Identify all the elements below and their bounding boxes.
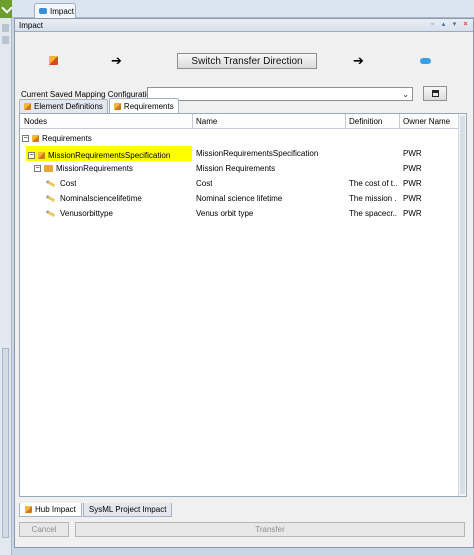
definition-cell: The mission ... bbox=[349, 194, 397, 203]
tree-vertical-scrollbar[interactable] bbox=[458, 114, 466, 496]
node-label: Requirements bbox=[42, 134, 92, 143]
cube-icon bbox=[113, 102, 121, 110]
definition-cell: The spacecr... bbox=[349, 209, 397, 218]
tab-requirements[interactable]: Requirements bbox=[108, 98, 179, 113]
collapse-toggle[interactable]: − bbox=[22, 135, 29, 142]
owner-cell: PWR bbox=[403, 164, 422, 173]
definition-tabs: Element Definitions Requirements bbox=[19, 98, 179, 113]
cube-icon bbox=[24, 103, 31, 110]
column-header-owner-name[interactable]: Owner Name bbox=[403, 117, 450, 126]
expand-icon[interactable] bbox=[2, 36, 9, 44]
panel-header-icons: ▫ ▴ ▾ × bbox=[429, 21, 469, 29]
column-separator[interactable] bbox=[345, 114, 346, 129]
column-header-definition[interactable]: Definition bbox=[349, 117, 382, 126]
table-row[interactable]: − MissionRequirementsSpecification Missi… bbox=[20, 146, 460, 161]
switch-transfer-direction-button[interactable]: Switch Transfer Direction bbox=[177, 53, 317, 69]
column-header-nodes[interactable]: Nodes bbox=[24, 117, 47, 126]
requirement-icon bbox=[46, 209, 56, 218]
table-row[interactable]: − Requirements bbox=[20, 131, 460, 146]
checkmark-icon bbox=[0, 0, 12, 18]
tree-node: Cost bbox=[46, 179, 76, 188]
node-label: Nominalsciencelifetime bbox=[60, 194, 142, 203]
tab-label: SysML Project Impact bbox=[88, 505, 167, 514]
panel-title: Impact bbox=[19, 20, 44, 30]
menu-icon[interactable]: ▾ bbox=[451, 21, 458, 29]
collapse-toggle[interactable]: − bbox=[34, 165, 41, 172]
name-cell: Nominal science lifetime bbox=[196, 194, 283, 203]
tree-node: Venusorbittype bbox=[46, 209, 113, 218]
tree-column-header: Nodes Name Definition Owner Name bbox=[20, 114, 460, 129]
cube-icon bbox=[25, 506, 32, 513]
requirements-tree: Nodes Name Definition Owner Name − Requi… bbox=[19, 113, 467, 497]
transfer-button[interactable]: Transfer bbox=[75, 522, 465, 537]
pin-icon[interactable]: ▴ bbox=[440, 21, 447, 29]
node-label: MissionRequirementsSpecification bbox=[48, 150, 171, 160]
tree-node: − Requirements bbox=[22, 134, 92, 143]
save-mapping-button[interactable] bbox=[423, 86, 447, 101]
node-label: Venusorbittype bbox=[60, 209, 113, 218]
table-row[interactable]: − MissionRequirements Mission Requiremen… bbox=[20, 161, 460, 176]
restore-icon[interactable]: ▫ bbox=[429, 21, 436, 29]
cancel-button[interactable]: Cancel bbox=[19, 522, 69, 537]
name-cell: Cost bbox=[196, 179, 213, 188]
tab-sysml-project-impact[interactable]: SysML Project Impact bbox=[82, 503, 173, 517]
direction-bar: ➔ Switch Transfer Direction ➔ bbox=[15, 33, 473, 75]
tab-label: Hub Impact bbox=[35, 505, 76, 514]
tab-label: Requirements bbox=[123, 101, 174, 111]
tab-hub-impact[interactable]: Hub Impact bbox=[19, 503, 82, 517]
footer-buttons: Cancel Transfer bbox=[19, 522, 467, 538]
chevron-down-icon: ⌄ bbox=[402, 90, 409, 99]
cube-icon bbox=[38, 151, 45, 159]
impact-view-tabs: Hub Impact SysML Project Impact bbox=[19, 503, 173, 517]
definition-cell: The cost of t... bbox=[349, 179, 397, 188]
column-separator[interactable] bbox=[192, 114, 193, 129]
collapse-toggle[interactable]: − bbox=[28, 151, 35, 159]
owner-cell: PWR bbox=[403, 194, 422, 203]
table-row[interactable]: Venusorbittype Venus orbit type The spac… bbox=[20, 206, 460, 221]
name-cell: MissionRequirementsSpecification bbox=[196, 149, 319, 158]
table-row[interactable]: Nominalsciencelifetime Nominal science l… bbox=[20, 191, 460, 206]
owner-cell: PWR bbox=[403, 149, 422, 158]
top-tab-bar: Impact bbox=[0, 0, 474, 18]
requirement-icon bbox=[46, 194, 56, 203]
comet-logo-icon bbox=[49, 56, 58, 65]
panel-header: Impact ▫ ▴ ▾ × bbox=[15, 19, 473, 32]
tab-label: Element Definitions bbox=[34, 102, 103, 111]
folder-icon bbox=[44, 165, 53, 172]
owner-cell: PWR bbox=[403, 179, 422, 188]
name-cell: Venus orbit type bbox=[196, 209, 254, 218]
close-icon[interactable]: × bbox=[462, 21, 469, 29]
tree-node: − MissionRequirementsSpecification bbox=[26, 146, 192, 161]
impact-panel: Impact ▫ ▴ ▾ × ➔ Switch Transfer Directi… bbox=[14, 18, 474, 548]
collapse-icon[interactable] bbox=[2, 24, 9, 32]
tab-element-definitions[interactable]: Element Definitions bbox=[19, 99, 108, 113]
table-row[interactable]: Cost Cost The cost of t... PWR bbox=[20, 176, 460, 191]
save-icon bbox=[431, 90, 439, 97]
left-scrollbar[interactable] bbox=[2, 348, 9, 538]
left-side-strip bbox=[0, 18, 12, 555]
mapping-configuration-select[interactable]: ⌄ bbox=[147, 87, 413, 101]
node-label: Cost bbox=[60, 179, 77, 188]
tree-node: − MissionRequirements bbox=[34, 164, 133, 173]
tab-impact[interactable]: Impact bbox=[34, 3, 76, 18]
node-label: MissionRequirements bbox=[56, 164, 133, 173]
cube-icon bbox=[32, 135, 39, 142]
sysml-logo-icon bbox=[420, 58, 431, 64]
scrollbar-thumb[interactable] bbox=[460, 116, 465, 494]
impact-icon bbox=[39, 8, 47, 14]
arrow-right-icon: ➔ bbox=[353, 53, 364, 68]
tab-impact-label: Impact bbox=[50, 6, 75, 16]
column-separator[interactable] bbox=[399, 114, 400, 129]
tree-node: Nominalsciencelifetime bbox=[46, 194, 142, 203]
column-header-name[interactable]: Name bbox=[196, 117, 217, 126]
arrow-right-icon: ➔ bbox=[111, 53, 122, 68]
name-cell: Mission Requirements bbox=[196, 164, 276, 173]
requirement-icon bbox=[46, 179, 56, 188]
owner-cell: PWR bbox=[403, 209, 422, 218]
